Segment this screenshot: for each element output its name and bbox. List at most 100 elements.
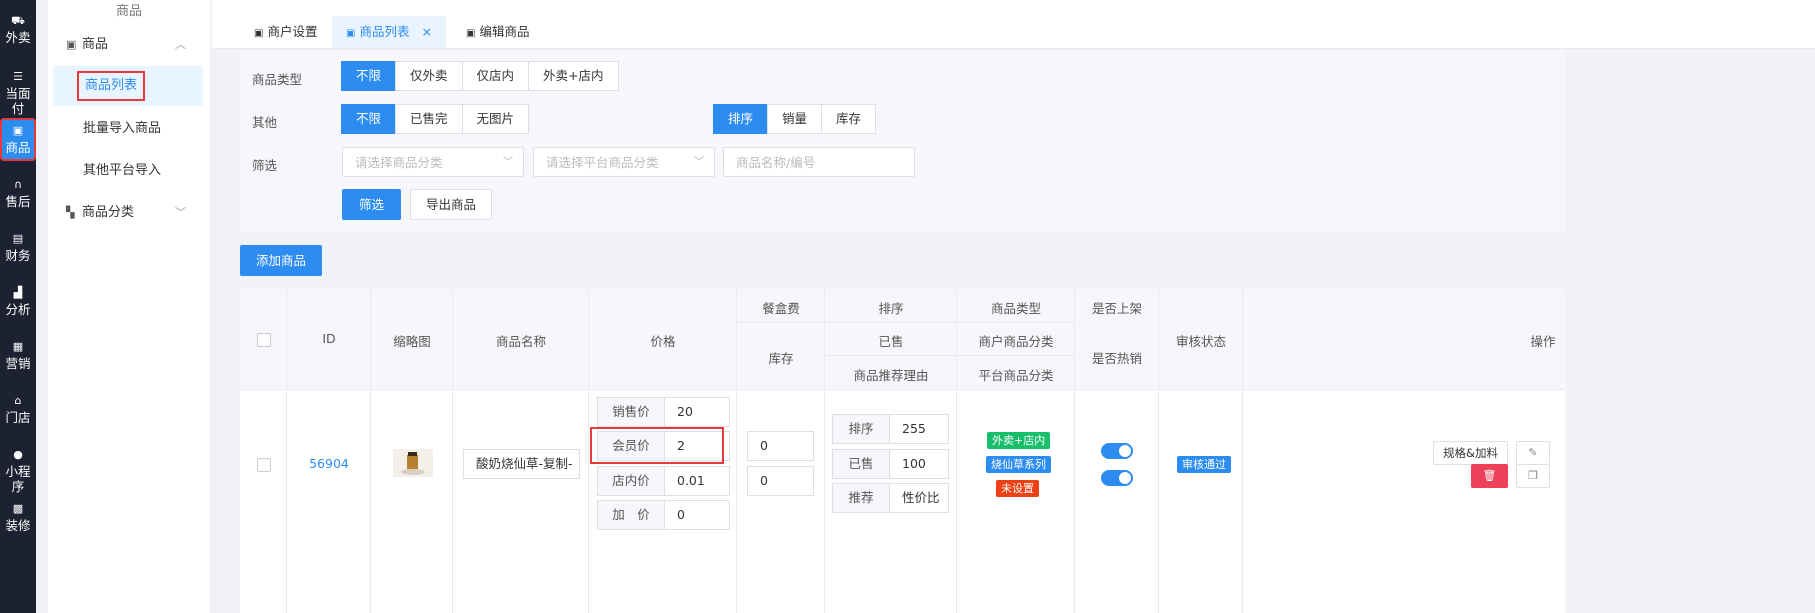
edit-icon[interactable]: ✎ <box>1516 441 1550 465</box>
row-checkbox[interactable] <box>257 458 271 472</box>
takeout-icon: ⛟ <box>11 14 25 27</box>
merchant-category-tag: 烧仙草系列 <box>986 456 1051 473</box>
basket-icon: ▣ <box>346 28 356 39</box>
sold-field[interactable]: 已售 100 <box>832 449 949 479</box>
store-icon: ⌂ <box>14 394 22 407</box>
headset-icon: ∩ <box>13 178 23 191</box>
select-all-checkbox[interactable] <box>257 333 271 347</box>
goods-type-any[interactable]: 不限 <box>341 61 397 91</box>
markup-price-field[interactable]: 加 价0 <box>597 500 730 530</box>
screen-label: 筛选 <box>252 158 278 173</box>
basket-icon: ▣ <box>66 38 77 51</box>
goods-id-link[interactable]: 56904 <box>287 456 371 471</box>
member-price-highlight <box>590 427 724 464</box>
header-platform-category: 平台商品分类 <box>978 368 1054 383</box>
chevron-down-icon: ﹀ <box>694 157 704 168</box>
other-label: 其他 <box>252 115 278 130</box>
tab-bar: ▣ 商户设置 ▣ 商品列表 × ▣ 编辑商品 <box>212 0 1815 49</box>
chat-icon: ● <box>13 448 23 461</box>
header-on-shelf: 是否上架 <box>1091 301 1142 316</box>
menu-group-goods[interactable]: ▣ 商品 ︿ <box>48 25 210 65</box>
sort-field[interactable]: 排序 255 <box>832 414 949 444</box>
rail-item-decoration[interactable]: ▩ 装修 <box>0 502 36 533</box>
goods-photo-icon <box>393 449 433 477</box>
box-fee-input[interactable]: 0 <box>747 431 814 461</box>
sort-segment: 排序 销量 库存 <box>713 104 877 134</box>
add-goods-button[interactable]: 添加商品 <box>240 245 322 276</box>
platform-category-tag: 未设置 <box>996 480 1039 497</box>
decorate-icon: ▩ <box>12 502 24 515</box>
bar-chart-icon: ▟ <box>13 286 23 299</box>
header-hot: 是否热销 <box>1091 351 1142 366</box>
audit-status-badge: 审核通过 <box>1177 456 1231 473</box>
instore-price-field[interactable]: 店内价 0.01 <box>597 466 730 496</box>
stock-input[interactable]: 0 <box>747 466 814 496</box>
header-stock: 库存 <box>768 351 794 366</box>
menu-group-category[interactable]: ▚ 商品分类 ﹀ <box>48 193 210 233</box>
tab-merchant-settings[interactable]: ▣ 商户设置 <box>240 16 331 48</box>
header-goods-type: 商品类型 <box>990 301 1041 316</box>
rail-item-face-pay[interactable]: ☰ 当面付 <box>0 70 36 116</box>
header-box-fee: 餐盒费 <box>762 301 800 316</box>
menu-item-batch-import[interactable]: 批量导入商品 <box>48 109 210 149</box>
goods-type-both[interactable]: 外卖+店内 <box>528 61 619 91</box>
filter-panel: 商品类型 不限 仅外卖 仅店内 外卖+店内 其他 不限 已售完 无图片 排序 销… <box>240 50 1565 232</box>
rail-item-mini-program[interactable]: ● 小程序 <box>0 448 36 494</box>
spec-addon-button[interactable]: 规格&加料 <box>1433 441 1508 465</box>
filter-button[interactable]: 筛选 <box>342 189 401 220</box>
shop-basket-icon: ▣ <box>12 124 24 137</box>
header-sold: 已售 <box>878 334 904 349</box>
sort-by-order[interactable]: 排序 <box>713 104 769 134</box>
goods-submenu: 商品 ▣ 商品 ︿ 商品列表 批量导入商品 其他平台导入 ▚ 商品分类 ﹀ <box>48 0 210 613</box>
delete-icon[interactable]: 🗑 <box>1471 464 1508 488</box>
sort-by-sales[interactable]: 销量 <box>767 104 823 134</box>
chevron-down-icon: ﹀ <box>175 206 186 219</box>
finance-icon: ▤ <box>12 232 24 245</box>
rail-item-after-sale[interactable]: ∩ 售后 <box>0 178 36 209</box>
chevron-up-icon: ︿ <box>175 38 186 51</box>
category-select[interactable]: 请选择商品分类 ﹀ <box>342 147 524 177</box>
rail-item-takeout[interactable]: ⛟ 外卖 <box>0 14 36 45</box>
tab-edit-goods[interactable]: ▣ 编辑商品 <box>452 16 543 48</box>
sort-by-stock[interactable]: 库存 <box>821 104 877 134</box>
header-thumb: 缩略图 <box>393 334 431 349</box>
header-audit: 审核状态 <box>1175 334 1226 349</box>
table-header: ID 缩略图 商品名称 价格 餐盒费 库存 排序 已售 商品推荐理由 商品类型 … <box>240 289 1565 389</box>
close-tab-icon[interactable]: × <box>421 24 431 39</box>
grid-icon: ▚ <box>66 206 75 219</box>
goods-type-label: 商品类型 <box>252 72 303 87</box>
goods-thumbnail <box>393 449 433 477</box>
other-no-image[interactable]: 无图片 <box>461 104 530 134</box>
goods-name-input[interactable]: 酸奶烧仙草-复制- <box>463 449 580 479</box>
copy-icon[interactable]: ❐ <box>1516 464 1550 488</box>
list-icon: ☰ <box>13 70 23 83</box>
menu-item-other-platform-import[interactable]: 其他平台导入 <box>48 151 210 191</box>
rail-item-analysis[interactable]: ▟ 分析 <box>0 286 36 317</box>
goods-type-takeout-only[interactable]: 仅外卖 <box>395 61 463 91</box>
gift-icon: ▦ <box>12 340 24 353</box>
goods-type-instore-only[interactable]: 仅店内 <box>461 61 530 91</box>
header-name: 商品名称 <box>495 334 546 349</box>
menu-item-goods-list[interactable]: 商品列表 <box>53 66 203 106</box>
rail-item-goods[interactable]: ▣ 商品 <box>0 118 36 161</box>
sale-price-field[interactable]: 销售价 20 <box>597 397 730 427</box>
other-any[interactable]: 不限 <box>341 104 397 134</box>
submenu-title: 商品 <box>115 4 142 19</box>
platform-category-select[interactable]: 请选择平台商品分类 ﹀ <box>533 147 715 177</box>
rail-item-finance[interactable]: ▤ 财务 <box>0 232 36 263</box>
header-sort: 排序 <box>878 301 904 316</box>
recommend-field[interactable]: 推荐 性价比 <box>832 483 949 513</box>
goods-search-input[interactable]: 商品名称/编号 <box>723 147 915 177</box>
tab-goods-list[interactable]: ▣ 商品列表 × <box>332 16 446 48</box>
header-price: 价格 <box>650 334 676 349</box>
main-nav-rail: ⛟ 外卖 ☰ 当面付 ▣ 商品 ∩ 售后 ▤ 财务 ▟ 分析 ▦ 营销 ⌂ 门店 ● 小程序 ▩ 装… <box>0 0 36 613</box>
chevron-down-icon: ﹀ <box>503 157 513 168</box>
store-icon: ▣ <box>254 28 264 39</box>
basket-icon: ▣ <box>466 28 476 39</box>
export-goods-button[interactable]: 导出商品 <box>410 189 492 220</box>
on-shelf-toggle[interactable] <box>1101 443 1133 459</box>
rail-item-store[interactable]: ⌂ 门店 <box>0 394 36 425</box>
rail-item-marketing[interactable]: ▦ 营销 <box>0 340 36 371</box>
other-sold-out[interactable]: 已售完 <box>395 104 463 134</box>
hot-toggle[interactable] <box>1101 470 1133 486</box>
